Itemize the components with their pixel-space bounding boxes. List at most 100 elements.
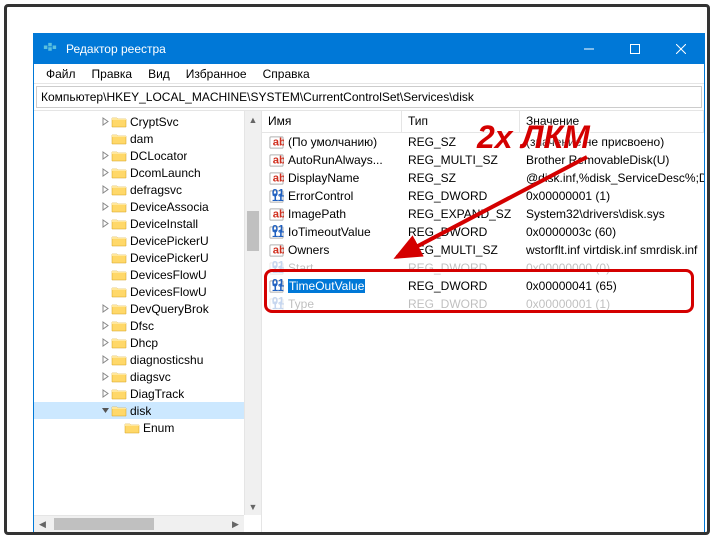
column-value[interactable]: Значение [520, 111, 704, 132]
value-name: IoTimeoutValue [288, 225, 371, 239]
tree-item[interactable]: DevicesFlowU [34, 266, 261, 283]
list-row[interactable]: abDisplayNameREG_SZ@disk.inf,%disk_Servi… [262, 169, 704, 187]
registry-tree[interactable]: CryptSvcdamDCLocatorDcomLaunchdefragsvcD… [34, 111, 261, 532]
scroll-left-icon[interactable]: ◀ [34, 516, 51, 532]
tree-toggle-icon[interactable] [99, 219, 111, 228]
value-data: 0x00000001 (1) [520, 189, 704, 203]
reg-binary-icon: 011110 [268, 224, 284, 240]
tree-toggle-icon[interactable] [99, 406, 111, 415]
tree-item[interactable]: DevicePickerU [34, 232, 261, 249]
reg-string-icon: ab [268, 152, 284, 168]
value-data: 0x00000000 (0) [520, 261, 704, 275]
list-header: Имя Тип Значение [262, 111, 704, 133]
tree-item[interactable]: dam [34, 130, 261, 147]
tree-scrollbar-vertical[interactable]: ▲ ▼ [244, 111, 261, 515]
menu-view[interactable]: Вид [140, 65, 178, 83]
svg-text:110: 110 [271, 300, 283, 312]
titlebar[interactable]: Редактор реестра [34, 34, 704, 64]
tree-item-label: DeviceInstall [130, 217, 198, 231]
tree-item[interactable]: Dhcp [34, 334, 261, 351]
folder-icon [124, 421, 140, 435]
folder-icon [111, 370, 127, 384]
list-row[interactable]: abOwnersREG_MULTI_SZwstorflt.inf virtdis… [262, 241, 704, 259]
tree-item[interactable]: DeviceAssocia [34, 198, 261, 215]
scroll-right-icon[interactable]: ▶ [227, 516, 244, 532]
values-list[interactable]: ab(По умолчанию)REG_SZ(значение не присв… [262, 133, 704, 313]
list-row[interactable]: abImagePathREG_EXPAND_SZSystem32\drivers… [262, 205, 704, 223]
tree-toggle-icon[interactable] [99, 304, 111, 313]
menu-file[interactable]: Файл [38, 65, 84, 83]
list-row[interactable]: 011110TimeOutValueREG_DWORD0x00000041 (6… [262, 277, 704, 295]
tree-item[interactable]: Dfsc [34, 317, 261, 334]
scroll-up-icon[interactable]: ▲ [245, 111, 261, 128]
folder-icon [111, 319, 127, 333]
value-data: 0x00000001 (1) [520, 297, 704, 311]
tree-item[interactable]: DiagTrack [34, 385, 261, 402]
tree-item[interactable]: disk [34, 402, 261, 419]
close-button[interactable] [658, 34, 704, 64]
tree-item[interactable]: DeviceInstall [34, 215, 261, 232]
value-name: Type [288, 297, 314, 311]
tree-item[interactable]: DevicesFlowU [34, 283, 261, 300]
window-title: Редактор реестра [66, 42, 566, 56]
list-row[interactable]: ab(По умолчанию)REG_SZ(значение не присв… [262, 133, 704, 151]
list-row[interactable]: 011110IoTimeoutValueREG_DWORD0x0000003c … [262, 223, 704, 241]
tree-toggle-icon[interactable] [99, 202, 111, 211]
svg-text:ab: ab [272, 208, 283, 220]
tree-toggle-icon[interactable] [99, 389, 111, 398]
address-bar[interactable]: Компьютер\HKEY_LOCAL_MACHINE\SYSTEM\Curr… [36, 86, 702, 108]
tree-toggle-icon[interactable] [99, 321, 111, 330]
minimize-button[interactable] [566, 34, 612, 64]
scroll-thumb-v[interactable] [247, 211, 259, 251]
value-name: (По умолчанию) [288, 135, 377, 149]
tree-item-label: DCLocator [130, 149, 187, 163]
tree-item[interactable]: diagnosticshu [34, 351, 261, 368]
value-data: wstorflt.inf virtdisk.inf smrdisk.inf [520, 243, 704, 257]
values-pane: Имя Тип Значение ab(По умолчанию)REG_SZ(… [262, 111, 704, 532]
tree-toggle-icon[interactable] [99, 185, 111, 194]
reg-binary-icon: 011110 [268, 188, 284, 204]
tree-toggle-icon[interactable] [99, 372, 111, 381]
tree-toggle-icon[interactable] [99, 117, 111, 126]
list-row[interactable]: 011110ErrorControlREG_DWORD0x00000001 (1… [262, 187, 704, 205]
reg-string-icon: ab [268, 242, 284, 258]
list-row[interactable]: abAutoRunAlways...REG_MULTI_SZBrother Re… [262, 151, 704, 169]
tree-item[interactable]: CryptSvc [34, 113, 261, 130]
list-row[interactable]: 011110StartREG_DWORD0x00000000 (0) [262, 259, 704, 277]
list-row[interactable]: 011110TypeREG_DWORD0x00000001 (1) [262, 295, 704, 313]
folder-icon [111, 149, 127, 163]
menu-favorites[interactable]: Избранное [178, 65, 255, 83]
tree-item-label: disk [130, 404, 151, 418]
tree-toggle-icon[interactable] [99, 355, 111, 364]
reg-binary-icon: 011110 [268, 278, 284, 294]
menu-help[interactable]: Справка [255, 65, 318, 83]
column-type[interactable]: Тип [402, 111, 520, 132]
tree-scrollbar-horizontal[interactable]: ◀ ▶ [34, 515, 244, 532]
reg-string-icon: ab [268, 170, 284, 186]
menu-edit[interactable]: Правка [84, 65, 141, 83]
maximize-button[interactable] [612, 34, 658, 64]
tree-item[interactable]: DevicePickerU [34, 249, 261, 266]
tree-item[interactable]: DcomLaunch [34, 164, 261, 181]
value-type: REG_DWORD [402, 261, 520, 275]
tree-toggle-icon[interactable] [99, 338, 111, 347]
tree-item[interactable]: DevQueryBrok [34, 300, 261, 317]
tree-item[interactable]: DCLocator [34, 147, 261, 164]
reg-binary-icon: 011110 [268, 260, 284, 276]
tree-item[interactable]: diagsvc [34, 368, 261, 385]
value-name: ImagePath [288, 207, 346, 221]
value-type: REG_DWORD [402, 297, 520, 311]
tree-toggle-icon[interactable] [99, 151, 111, 160]
value-type: REG_SZ [402, 135, 520, 149]
scroll-down-icon[interactable]: ▼ [245, 498, 261, 515]
tree-item[interactable]: Enum [34, 419, 261, 436]
folder-icon [111, 217, 127, 231]
value-type: REG_DWORD [402, 225, 520, 239]
tree-toggle-icon[interactable] [99, 168, 111, 177]
tree-item-label: DiagTrack [130, 387, 184, 401]
value-type: REG_MULTI_SZ [402, 243, 520, 257]
scroll-thumb-h[interactable] [54, 518, 154, 530]
tree-item[interactable]: defragsvc [34, 181, 261, 198]
column-name[interactable]: Имя [262, 111, 402, 132]
folder-icon [111, 234, 127, 248]
